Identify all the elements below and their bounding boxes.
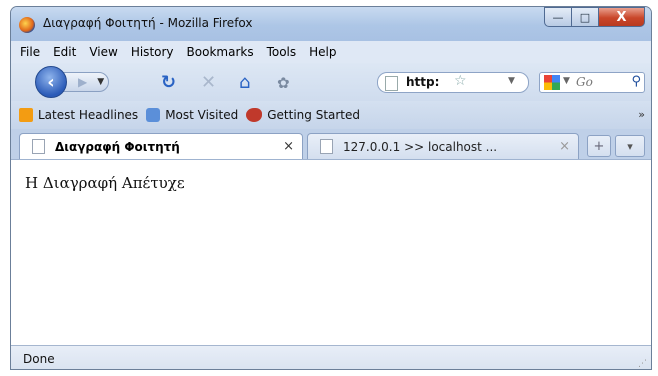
bookmark-star-icon[interactable]: ☆: [454, 73, 467, 89]
menu-history[interactable]: History: [131, 45, 174, 59]
menu-view[interactable]: View: [89, 45, 117, 59]
url-dropdown-icon[interactable]: ▼: [508, 76, 515, 86]
url-bar[interactable]: http: ☆ ▼: [377, 72, 529, 93]
bookmark-getting-started[interactable]: Getting Started: [246, 108, 360, 122]
search-icon[interactable]: ⚲: [631, 74, 641, 89]
most-visited-icon: [146, 108, 161, 122]
page-message: Η Διαγραφή Απέτυχε: [25, 174, 185, 192]
tab-label: 127.0.0.1 >> localhost ...: [343, 139, 498, 154]
status-bar: Done ⋰: [11, 345, 651, 369]
menu-bar: File Edit View History Bookmarks Tools H…: [11, 41, 651, 63]
page-icon: [320, 139, 333, 154]
forward-button[interactable]: ▶ ▼: [63, 72, 109, 92]
history-dropdown-icon[interactable]: ▼: [97, 77, 104, 87]
rss-icon: [19, 108, 33, 122]
addon-icon[interactable]: ✿: [277, 74, 290, 92]
search-input[interactable]: Go: [576, 75, 593, 89]
new-tab-button[interactable]: +: [587, 135, 611, 157]
url-text[interactable]: http:: [406, 75, 439, 89]
search-engine-dropdown-icon[interactable]: ▼: [563, 76, 570, 86]
search-bar[interactable]: ▼ Go ⚲: [539, 72, 645, 93]
tab-close-icon[interactable]: ×: [283, 139, 294, 154]
resize-grip-icon[interactable]: ⋰: [638, 359, 647, 369]
browser-window: Διαγραφή Φοιτητή - Mozilla Firefox — □ X…: [10, 6, 652, 370]
maximize-button[interactable]: □: [572, 7, 599, 27]
stop-icon[interactable]: ✕: [201, 72, 216, 93]
title-bar: Διαγραφή Φοιτητή - Mozilla Firefox — □ X: [11, 7, 651, 41]
tab-active[interactable]: Διαγραφή Φοιτητή ×: [19, 133, 303, 159]
bookmark-most-visited[interactable]: Most Visited: [146, 108, 238, 122]
menu-edit[interactable]: Edit: [53, 45, 76, 59]
menu-file[interactable]: File: [20, 45, 40, 59]
back-button[interactable]: ‹: [35, 66, 67, 98]
firefox-logo-icon: [246, 108, 263, 122]
home-icon[interactable]: ⌂: [239, 72, 250, 93]
page-content: Η Διαγραφή Απέτυχε: [11, 159, 651, 346]
tab-inactive[interactable]: 127.0.0.1 >> localhost ... ×: [307, 133, 579, 159]
minimize-button[interactable]: —: [544, 7, 572, 27]
page-icon: [32, 139, 45, 154]
tab-label: Διαγραφή Φοιτητή: [55, 139, 180, 154]
bookmarks-toolbar: Latest Headlines Most Visited Getting St…: [11, 101, 651, 129]
window-title: Διαγραφή Φοιτητή - Mozilla Firefox: [43, 16, 253, 30]
navigation-toolbar: ▶ ▼ ‹ ↻ ✕ ⌂ ✿ http: ☆ ▼ ▼ Go ⚲: [11, 63, 651, 101]
reload-icon[interactable]: ↻: [161, 72, 176, 93]
bookmarks-overflow-icon[interactable]: »: [638, 108, 645, 121]
menu-help[interactable]: Help: [309, 45, 336, 59]
firefox-icon: [19, 17, 35, 33]
tab-list-button[interactable]: ▾: [615, 135, 645, 157]
window-controls: — □ X: [544, 7, 645, 27]
bookmark-latest-headlines[interactable]: Latest Headlines: [19, 108, 138, 122]
bookmark-label: Most Visited: [165, 108, 239, 122]
bookmark-label: Getting Started: [267, 108, 361, 122]
page-icon: [385, 76, 398, 91]
bookmark-label: Latest Headlines: [38, 108, 139, 122]
status-text: Done: [23, 352, 55, 366]
menu-tools[interactable]: Tools: [267, 45, 297, 59]
google-icon[interactable]: [544, 75, 560, 90]
tab-strip: Διαγραφή Φοιτητή × 127.0.0.1 >> localhos…: [11, 129, 651, 159]
menu-bookmarks[interactable]: Bookmarks: [187, 45, 254, 59]
close-button[interactable]: X: [599, 7, 645, 27]
tab-close-icon[interactable]: ×: [559, 139, 570, 154]
